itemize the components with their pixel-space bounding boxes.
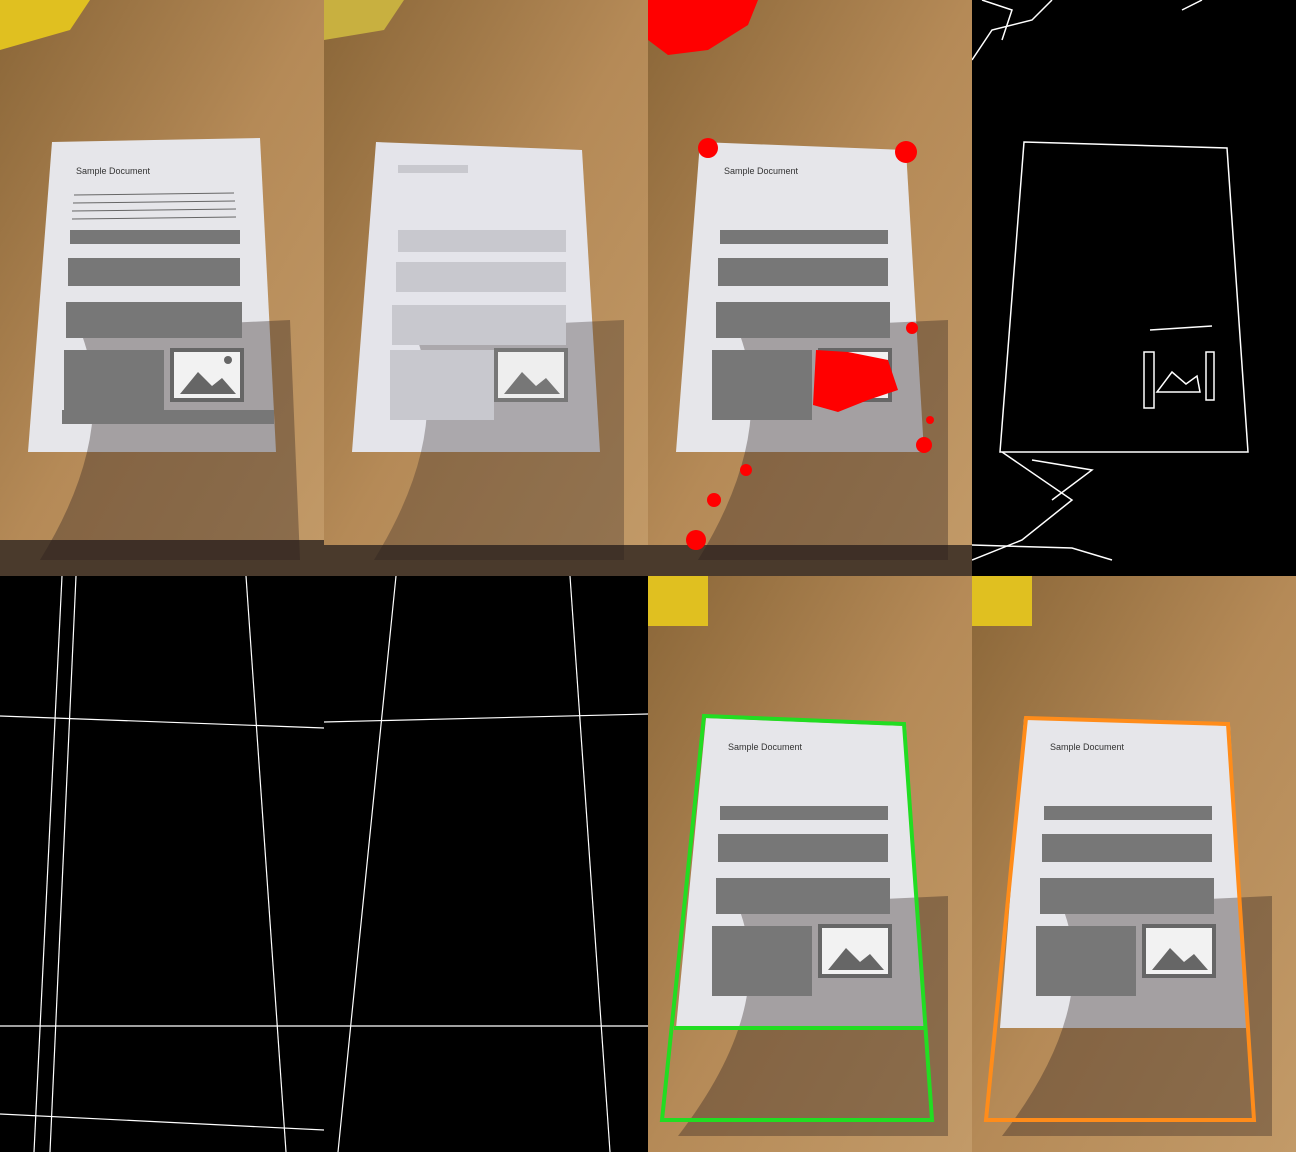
- photo-original: Sample Document: [0, 0, 324, 576]
- pipeline-grid: Sample Document Sample Document Sample D…: [0, 0, 1296, 1152]
- panel-candidate-quad: Sample Document: [648, 576, 972, 1152]
- panel-detected-regions: Sample Document: [648, 0, 972, 576]
- panel-blurred: [324, 0, 648, 576]
- panel-original: Sample Document: [0, 0, 324, 576]
- panel-edges: [972, 0, 1296, 576]
- edge-map: [972, 0, 1296, 576]
- photo-candidate-quad: Sample Document: [648, 576, 972, 1152]
- line-map-all: [0, 576, 324, 1152]
- doc-title-3: Sample Document: [724, 166, 799, 176]
- doc-title: Sample Document: [76, 166, 151, 176]
- photo-blurred: [324, 0, 648, 576]
- doc-title-7: Sample Document: [728, 742, 803, 752]
- panel-final-quad: Sample Document: [972, 576, 1296, 1152]
- photo-blobs: Sample Document: [648, 0, 972, 576]
- line-map-filtered: [324, 576, 648, 1152]
- photo-final-quad: Sample Document: [972, 576, 1296, 1152]
- doc-title-8: Sample Document: [1050, 742, 1125, 752]
- panel-lines-filtered: [324, 576, 648, 1152]
- panel-lines-all: [0, 576, 324, 1152]
